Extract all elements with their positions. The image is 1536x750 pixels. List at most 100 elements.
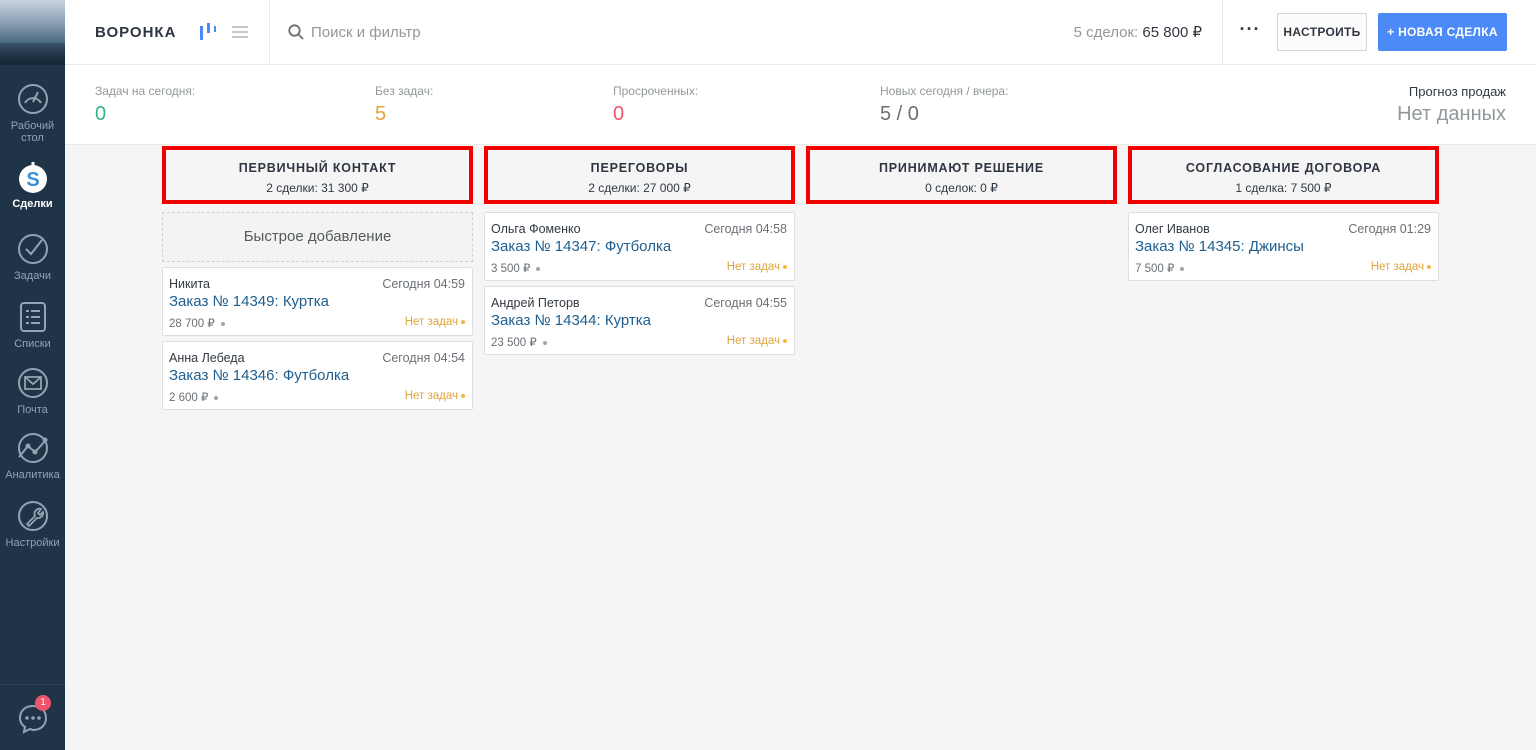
- lists-icon: [19, 302, 46, 332]
- contact-name: Андрей Петорв: [491, 296, 580, 310]
- price-dot-icon: [536, 266, 541, 271]
- deal-time: Сегодня 04:58: [704, 222, 787, 236]
- chat-notification-badge: 1: [35, 695, 51, 711]
- stats-bar: Задач на сегодня: 0 Без задач: 5 Просроч…: [65, 65, 1536, 145]
- contact-name: Анна Лебеда: [169, 351, 245, 365]
- forecast-label: Прогноз продаж: [1408, 84, 1506, 99]
- sidebar-item-deals[interactable]: S Сделки: [0, 160, 65, 210]
- price-value: 2 600 ₽: [169, 392, 209, 404]
- sidebar-item-label: Сделки: [12, 198, 53, 210]
- deals-icon: S: [18, 162, 47, 193]
- sidebar-item-label: Настройки: [5, 537, 60, 549]
- sidebar-item-label: Задачи: [14, 270, 51, 282]
- sidebar-item-dashboard[interactable]: Рабочий стол: [0, 82, 65, 144]
- task-dot-icon: [783, 338, 787, 343]
- deal-time: Сегодня 04:54: [382, 351, 465, 365]
- deal-time: Сегодня 01:29: [1348, 222, 1431, 236]
- column-title: ПЕРВИЧНЫЙ КОНТАКТ: [238, 161, 397, 175]
- deal-title-link[interactable]: Заказ № 14347: Футболка: [491, 238, 671, 255]
- task-status[interactable]: Нет задач: [405, 390, 465, 402]
- task-status[interactable]: Нет задач: [727, 335, 787, 347]
- task-label: Нет задач: [726, 261, 780, 273]
- column-header-negotiations[interactable]: ПЕРЕГОВОРЫ 2 сделки: 27 000 ₽: [484, 146, 795, 204]
- header-divider: [269, 0, 270, 64]
- task-dot-icon: [783, 264, 787, 269]
- sidebar-item-tasks[interactable]: Задачи: [0, 232, 65, 282]
- svg-text:S: S: [26, 169, 39, 191]
- stat-label: Новых сегодня / вчера:: [880, 84, 1009, 98]
- task-label: Нет задач: [726, 335, 780, 347]
- stat-value: 5 / 0: [880, 103, 919, 125]
- list-view-icon[interactable]: [231, 22, 249, 42]
- task-dot-icon: [461, 393, 465, 398]
- tasks-icon: [17, 234, 48, 264]
- dashboard-icon: [17, 84, 48, 114]
- column-summary: 0 сделок: 0 ₽: [925, 181, 998, 195]
- stat-new-deals[interactable]: Новых сегодня / вчера: 5 / 0: [880, 84, 1008, 126]
- price-value: 28 700 ₽: [169, 318, 215, 330]
- sidebar-item-mail[interactable]: Почта: [0, 366, 65, 416]
- deal-card[interactable]: Никита Сегодня 04:59 Заказ № 14349: Курт…: [162, 267, 473, 336]
- stat-overdue[interactable]: Просроченных: 0: [613, 84, 698, 126]
- column-title: СОГЛАСОВАНИЕ ДОГОВОРА: [1185, 161, 1382, 175]
- sidebar-item-label: Почта: [17, 404, 48, 416]
- setup-button[interactable]: НАСТРОИТЬ: [1277, 13, 1367, 51]
- stat-value: 0: [613, 103, 625, 125]
- sidebar-item-analytics[interactable]: Аналитика: [0, 431, 65, 481]
- account-avatar[interactable]: [0, 0, 65, 65]
- column-header-decision[interactable]: ПРИНИМАЮТ РЕШЕНИЕ 0 сделок: 0 ₽: [806, 146, 1117, 204]
- mail-icon: [17, 368, 48, 398]
- quick-add-button[interactable]: Быстрое добавление: [162, 212, 473, 262]
- deal-time: Сегодня 04:55: [704, 296, 787, 310]
- deal-card[interactable]: Ольга Фоменко Сегодня 04:58 Заказ № 1434…: [484, 212, 795, 281]
- deal-price: 28 700 ₽: [169, 316, 225, 330]
- sidebar-item-lists[interactable]: Списки: [0, 300, 65, 350]
- price-value: 3 500 ₽: [491, 263, 531, 275]
- top-header: ВОРОНКА 5 сделок: 65 800 ₽ ··· НАСТРОИТЬ…: [65, 0, 1536, 65]
- stat-label: Без задач:: [375, 84, 434, 98]
- contact-name: Ольга Фоменко: [491, 222, 581, 236]
- task-label: Нет задач: [1370, 261, 1424, 273]
- board-view-icon[interactable]: [199, 22, 217, 42]
- header-divider: [1222, 0, 1223, 64]
- deal-title-link[interactable]: Заказ № 14345: Джинсы: [1135, 238, 1304, 255]
- stat-no-tasks[interactable]: Без задач: 5: [375, 84, 433, 126]
- task-dot-icon: [461, 319, 465, 324]
- new-deal-button[interactable]: + НОВАЯ СДЕЛКА: [1378, 13, 1507, 51]
- page-title: ВОРОНКА: [95, 24, 177, 41]
- deal-title-link[interactable]: Заказ № 14346: Футболка: [169, 367, 349, 384]
- chat-panel[interactable]: 1: [0, 684, 65, 750]
- task-status[interactable]: Нет задач: [405, 316, 465, 328]
- deal-card[interactable]: Анна Лебеда Сегодня 04:54 Заказ № 14346:…: [162, 341, 473, 410]
- more-options-button[interactable]: ···: [1236, 18, 1264, 46]
- task-status[interactable]: Нет задач: [1371, 261, 1431, 273]
- deal-title-link[interactable]: Заказ № 14344: Куртка: [491, 312, 651, 329]
- task-status[interactable]: Нет задач: [727, 261, 787, 273]
- price-dot-icon: [214, 395, 219, 400]
- forecast-value: Нет данных: [1397, 103, 1506, 125]
- price-dot-icon: [542, 340, 547, 345]
- column-header-contract[interactable]: СОГЛАСОВАНИЕ ДОГОВОРА 1 сделка: 7 500 ₽: [1128, 146, 1439, 204]
- settings-icon: [17, 501, 48, 531]
- stat-label: Просроченных:: [613, 84, 699, 98]
- sidebar-item-label: Рабочий стол: [10, 120, 55, 144]
- stat-label: Задач на сегодня:: [95, 84, 196, 98]
- deal-title-link[interactable]: Заказ № 14349: Куртка: [169, 293, 329, 310]
- task-label: Нет задач: [404, 316, 458, 328]
- column-header-primary-contact[interactable]: ПЕРВИЧНЫЙ КОНТАКТ 2 сделки: 31 300 ₽: [162, 146, 473, 204]
- deal-card[interactable]: Олег Иванов Сегодня 01:29 Заказ № 14345:…: [1128, 212, 1439, 281]
- stat-value: 0: [95, 103, 107, 125]
- column-summary: 2 сделки: 31 300 ₽: [266, 181, 369, 195]
- sidebar-item-settings[interactable]: Настройки: [0, 499, 65, 549]
- contact-name: Никита: [169, 277, 210, 291]
- deal-card[interactable]: Андрей Петорв Сегодня 04:55 Заказ № 1434…: [484, 286, 795, 355]
- sales-forecast[interactable]: Прогноз продаж Нет данных: [1397, 84, 1506, 126]
- deals-count: 5 сделок:: [1073, 24, 1139, 41]
- deals-amount: 65 800 ₽: [1142, 24, 1202, 41]
- task-label: Нет задач: [404, 390, 458, 402]
- price-dot-icon: [1180, 266, 1185, 271]
- stat-tasks-today[interactable]: Задач на сегодня: 0: [95, 84, 195, 126]
- search-input[interactable]: [311, 20, 731, 44]
- deal-price: 2 600 ₽: [169, 390, 219, 404]
- sidebar-item-label: Аналитика: [5, 469, 60, 481]
